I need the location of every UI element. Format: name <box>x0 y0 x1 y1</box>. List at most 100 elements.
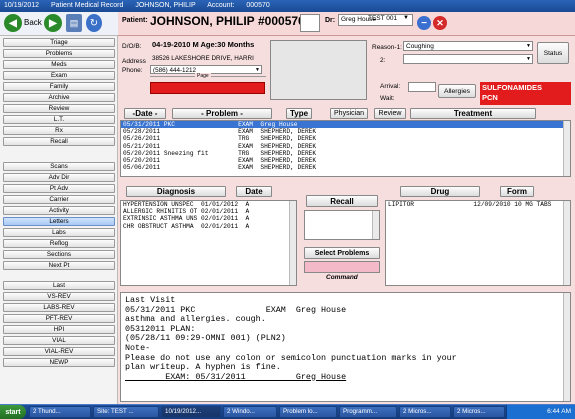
review-button[interactable]: Review <box>374 108 406 119</box>
sidebar-item-recall[interactable]: Recall <box>3 137 115 146</box>
status-button[interactable]: Status <box>537 42 569 64</box>
encounter-row[interactable]: 05/31/2011 PKC EXAM Greg House <box>121 121 570 129</box>
select-problems-button[interactable]: Select Problems <box>304 247 380 259</box>
sidebar-item-pft-rev[interactable]: PFT-REV <box>3 314 115 323</box>
sidebar-item-vial[interactable]: VIAL <box>3 336 115 345</box>
sidebar-item-carrier[interactable]: Carrier <box>3 195 115 204</box>
chevron-down-icon: ▼ <box>255 67 260 73</box>
diagnosis-row[interactable]: CHR OBSTRUCT ASTHMA 02/01/2011 A <box>121 223 296 230</box>
diagnosis-row[interactable]: EXTRINSIC ASTHMA UNS 02/01/2011 A <box>121 215 296 222</box>
drug-list[interactable]: LIPITOR 12/09/2010 10 MG TABS <box>385 200 571 286</box>
sidebar-item-rx[interactable]: Rx <box>3 126 115 135</box>
encounter-row[interactable]: 05/20/2011 Sneezing fit TRG SHEPHERD, DE… <box>121 150 570 157</box>
taskbar-item[interactable]: Site: TEST ... <box>93 406 159 418</box>
diagnosis-scrollbar[interactable] <box>289 201 296 285</box>
sidebar-item-vial-rev[interactable]: VIAL-REV <box>3 347 115 356</box>
sidebar-item-activity[interactable]: Activity <box>3 206 115 215</box>
encounter-row[interactable]: 05/06/2011 EXAM SHEPHERD, DEREK <box>121 164 570 171</box>
taskbar-item[interactable]: 2 Micros... <box>399 406 451 418</box>
date-sort-button[interactable]: -Date - <box>124 108 166 119</box>
taskbar-item[interactable]: Programm... <box>339 406 397 418</box>
note-scrollbar[interactable] <box>563 293 570 401</box>
chevron-down-icon: ▼ <box>526 56 531 62</box>
arrival-field[interactable] <box>408 82 436 92</box>
dob-label: D/O/B: <box>122 43 142 50</box>
arrival-label: Arrival: <box>380 83 401 90</box>
recall-list[interactable] <box>304 210 380 240</box>
physician-sort-button[interactable]: Physician <box>330 108 368 119</box>
forward-arrow-icon[interactable]: ▶ <box>44 14 62 32</box>
address-value: 38526 LAKESHORE DRIVE, HARRI <box>150 54 266 63</box>
refresh-icon[interactable]: ↻ <box>86 14 102 32</box>
encounter-scrollbar[interactable] <box>563 121 570 176</box>
taskbar-item[interactable]: 2 Windo... <box>223 406 277 418</box>
phone-value: (586) 444-1212 <box>153 67 197 74</box>
clock: 6:44 AM <box>547 408 571 415</box>
diagnosis-row[interactable]: HYPERTENSION UNSPEC 01/01/2012 A <box>121 201 296 208</box>
close-icon[interactable]: ✕ <box>433 16 447 30</box>
taskbar-item[interactable]: Problem lo... <box>279 406 337 418</box>
sidebar-item-meds[interactable]: Meds <box>3 60 115 69</box>
sidebar-item-adv-dir[interactable]: Adv Dir <box>3 173 115 182</box>
recall-scrollbar[interactable] <box>372 211 379 239</box>
diagnosis-date-button[interactable]: Date <box>236 186 272 197</box>
chevron-down-icon[interactable]: ▼ <box>403 15 409 21</box>
reason1-select[interactable]: Coughing ▼ <box>403 41 533 51</box>
sidebar-item-labs[interactable]: Labs <box>3 228 115 237</box>
sidebar-item-sections[interactable]: Sections <box>3 250 115 259</box>
start-button[interactable]: start <box>0 405 26 419</box>
form-button[interactable]: Form <box>500 186 534 197</box>
sidebar-item-archive[interactable]: Archive <box>3 93 115 102</box>
drug-scrollbar[interactable] <box>563 201 570 285</box>
back-label[interactable]: Back <box>24 18 42 27</box>
diagnosis-list[interactable]: HYPERTENSION UNSPEC 01/01/2012 A ALLERGI… <box>120 200 297 286</box>
problem-sort-button[interactable]: - Problem - <box>172 108 272 119</box>
sidebar-item-vs-rev[interactable]: VS-REV <box>3 292 115 301</box>
treatment-button[interactable]: Treatment <box>410 108 536 119</box>
encounter-row[interactable]: 05/21/2011 EXAM SHEPHERD, DEREK <box>121 143 570 150</box>
taskbar-item[interactable]: 2 Micros... <box>453 406 505 418</box>
sidebar-item-problems[interactable]: Problems <box>3 49 115 58</box>
drug-button[interactable]: Drug <box>400 186 480 197</box>
back-arrow-icon[interactable]: ◀ <box>4 14 22 32</box>
allergy-item: SULFONAMIDES <box>482 83 542 92</box>
sidebar-item-labs-rev[interactable]: LABS-REV <box>3 303 115 312</box>
phone-label: Phone: <box>122 67 143 74</box>
taskbar-item[interactable]: 2 Thund... <box>29 406 91 418</box>
diagnosis-row[interactable]: ALLERGIC RHINITIS OT 02/01/2011 A <box>121 208 296 215</box>
sidebar-item-family[interactable]: Family <box>3 82 115 91</box>
patient-photo <box>270 40 367 100</box>
taskbar-item[interactable]: 10/19/2012... <box>161 406 221 418</box>
sidebar-item-triage[interactable]: Triage <box>3 38 115 47</box>
sidebar-item-l-t-[interactable]: L.T. <box>3 115 115 124</box>
title-bar: 10/19/2012 Patient Medical Record JOHNSO… <box>0 0 575 12</box>
minus-icon[interactable]: − <box>417 16 431 30</box>
reason2-select[interactable]: ▼ <box>403 54 533 64</box>
reason1-label: Reason-1: <box>372 44 402 51</box>
sidebar-item-exam[interactable]: Exam <box>3 71 115 80</box>
encounter-list[interactable]: 05/31/2011 PKC EXAM Greg House 05/28/201… <box>120 120 571 177</box>
type-sort-button[interactable]: Type <box>286 108 312 119</box>
sidebar-item-last[interactable]: Last <box>3 281 115 290</box>
sidebar-item-pt-adv[interactable]: Pt Adv <box>3 184 115 193</box>
title-app: Patient Medical Record <box>51 2 124 9</box>
visit-note[interactable]: Last Visit 05/31/2011 PKC EXAM Greg Hous… <box>120 292 571 402</box>
sidebar-item-next-pt[interactable]: Next Pt <box>3 261 115 270</box>
encounter-row[interactable]: 05/20/2011 EXAM SHEPHERD, DEREK <box>121 157 570 164</box>
encounter-row[interactable]: 05/28/2011 EXAM SHEPHERD, DEREK <box>121 128 570 135</box>
sidebar-item-hpi[interactable]: HPI <box>3 325 115 334</box>
sidebar-item-reflog[interactable]: Reflog <box>3 239 115 248</box>
recall-button[interactable]: Recall <box>306 195 378 207</box>
sidebar-item-newp[interactable]: NEWP <box>3 358 115 367</box>
document-icon[interactable]: ▤ <box>66 14 82 32</box>
reason2-label: 2: <box>380 57 386 64</box>
encounter-row[interactable]: 05/26/2011 TRG SHEPHERD, DEREK <box>121 135 570 142</box>
drug-row[interactable]: LIPITOR 12/09/2010 10 MG TABS <box>386 201 570 208</box>
sidebar-item-scans[interactable]: Scans <box>3 162 115 171</box>
sidebar-item-review[interactable]: Review <box>3 104 115 113</box>
allergies-button[interactable]: Allergies <box>438 84 476 98</box>
sidebar-item-letters[interactable]: Letters <box>3 217 115 226</box>
diagnosis-button[interactable]: Diagnosis <box>126 186 226 197</box>
command-input[interactable] <box>304 261 380 273</box>
dob-value: 04-19-2010 M Age:30 Months <box>150 40 266 52</box>
